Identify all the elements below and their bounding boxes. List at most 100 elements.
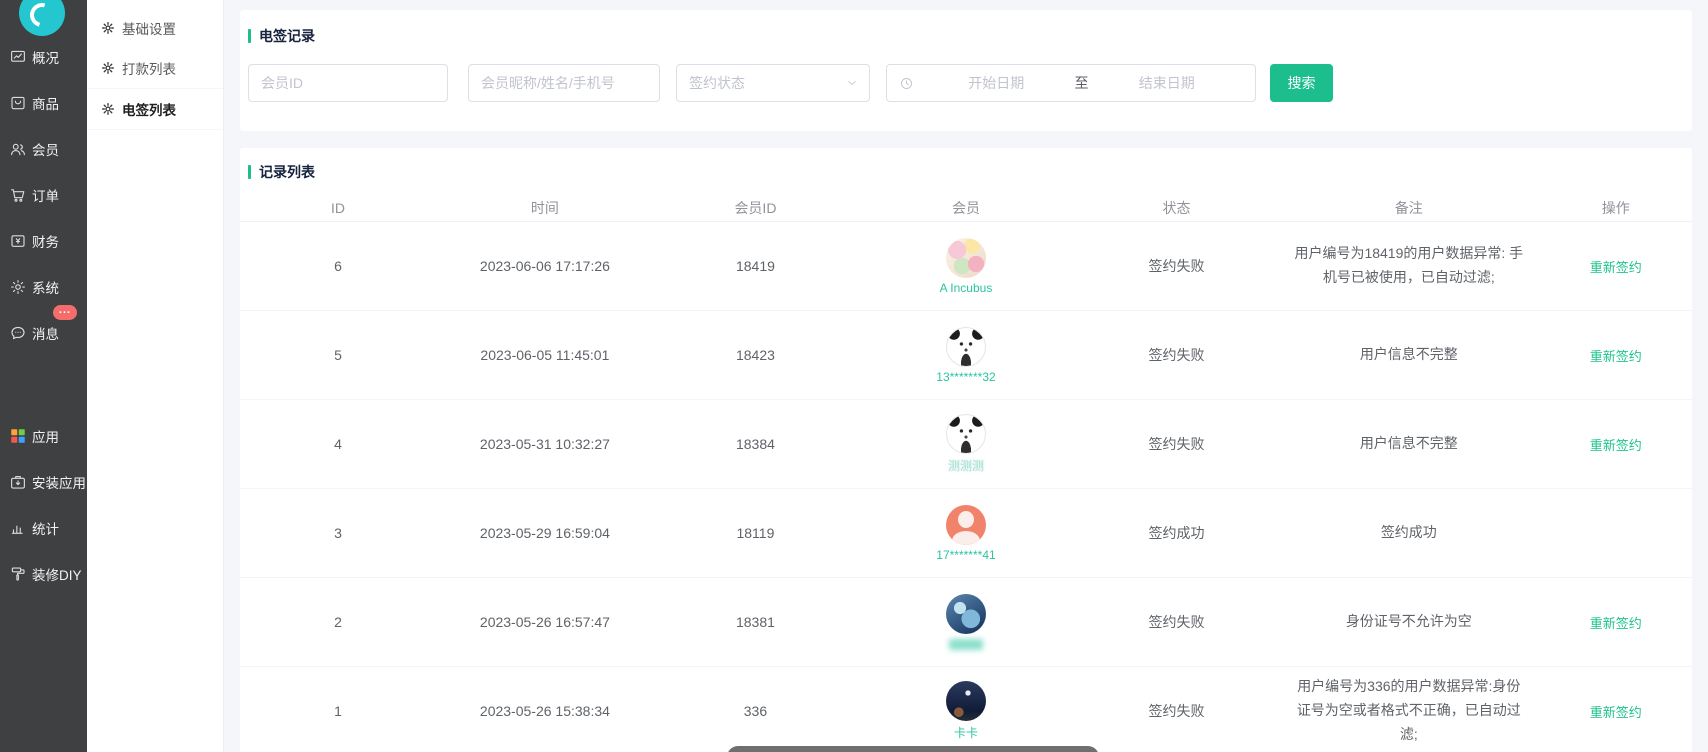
gauge-icon — [9, 48, 27, 66]
sidebar-item-overview[interactable]: 概况 — [0, 34, 87, 80]
submenu-item-esign-list[interactable]: 电签列表 — [87, 89, 223, 130]
message-badge: ... — [53, 305, 77, 320]
cell-remark: 用户编号为18419的用户数据异常: 手机号已被使用，已自动过滤; — [1278, 242, 1539, 290]
member-id-input[interactable] — [248, 64, 448, 102]
member-name-link[interactable]: A Incubus — [940, 281, 993, 295]
end-date-placeholder[interactable]: 结束日期 — [1091, 73, 1244, 93]
app-logo[interactable] — [19, 0, 65, 36]
gear-icon — [101, 102, 115, 116]
sidebar-main-group: 概况商品会员订单财务系统消息... — [0, 34, 87, 356]
cell-remark: 用户信息不完整 — [1278, 432, 1539, 456]
column-header: ID — [240, 200, 436, 216]
sidebar-item-finance[interactable]: 财务 — [0, 218, 87, 264]
resign-action-link[interactable]: 重新签约 — [1590, 260, 1642, 275]
member-avatar — [946, 414, 986, 454]
sidebar-item-apps[interactable]: 应用 — [0, 413, 87, 459]
date-range-picker[interactable]: 开始日期 至 结束日期 — [886, 64, 1256, 102]
cell-action: 重新签约 — [1540, 435, 1692, 454]
sidebar-item-label: 财务 — [32, 231, 59, 251]
cell-member-id: 18381 — [654, 614, 857, 630]
table-row: 52023-06-05 11:45:011842313*******32签约失败… — [240, 311, 1692, 400]
member-name-link[interactable]: 13*******32 — [936, 370, 995, 384]
cell-member-id: 18423 — [654, 347, 857, 363]
cell-time: 2023-05-26 15:38:34 — [436, 703, 654, 719]
table-header-row: ID时间会员ID会员状态备注操作 — [240, 194, 1692, 222]
table-row: 42023-05-31 10:32:2718384测测测签约失败用户信息不完整重… — [240, 400, 1692, 489]
resign-action-link[interactable]: 重新签约 — [1590, 438, 1642, 453]
member-avatar — [946, 505, 986, 545]
cell-id: 5 — [240, 347, 436, 363]
member-name-input[interactable] — [468, 64, 660, 102]
cell-remark: 身份证号不允许为空 — [1278, 610, 1539, 634]
resign-action-link[interactable]: 重新签约 — [1590, 705, 1642, 720]
sidebar-item-goods[interactable]: 商品 — [0, 80, 87, 126]
sidebar-item-label: 装修DIY — [32, 564, 82, 584]
members-icon — [9, 140, 27, 158]
clock-icon — [899, 76, 914, 91]
sidebar-item-label: 统计 — [32, 518, 59, 538]
sidebar-item-label: 消息 — [32, 323, 59, 343]
records-card: 记录列表 ID时间会员ID会员状态备注操作 62023-06-06 17:17:… — [240, 148, 1692, 752]
system-icon — [9, 278, 27, 296]
cell-status: 签约失败 — [1075, 701, 1278, 721]
records-section-title: 记录列表 — [240, 162, 1692, 182]
gear-icon — [101, 61, 115, 75]
cell-time: 2023-05-29 16:59:04 — [436, 525, 654, 541]
resign-action-link[interactable]: 重新签约 — [1590, 349, 1642, 364]
member-name-link[interactable]: 卡卡 — [954, 724, 978, 741]
sidebar-item-install-app[interactable]: 安装应用 — [0, 459, 87, 505]
submenu-item-label: 电签列表 — [122, 99, 176, 119]
cell-id: 4 — [240, 436, 436, 452]
table-row: 62023-06-06 17:17:2618419 A Incubus 签约失败用户… — [240, 222, 1692, 311]
cell-remark: 用户编号为336的用户数据异常:身份证号为空或者格式不正确，已自动过滤; — [1278, 675, 1539, 746]
column-header: 状态 — [1075, 198, 1278, 218]
search-button[interactable]: 搜索 — [1270, 64, 1333, 102]
sidebar-app-group: 应用安装应用统计装修DIY — [0, 413, 87, 597]
cell-member-id: 18119 — [654, 525, 857, 541]
sign-status-select[interactable]: 签约状态 — [676, 64, 870, 102]
cell-time: 2023-06-06 17:17:26 — [436, 258, 654, 274]
member-name-link[interactable]: 17*******41 — [936, 548, 995, 562]
main-sidebar: 概况商品会员订单财务系统消息... 应用安装应用统计装修DIY — [0, 0, 87, 752]
sidebar-item-messages[interactable]: 消息... — [0, 310, 87, 356]
submenu-item-payment-list[interactable]: 打款列表 — [87, 48, 223, 89]
cell-member-id: 18419 — [654, 258, 857, 274]
cell-member: 13*******32 — [857, 327, 1075, 384]
sidebar-item-system[interactable]: 系统 — [0, 264, 87, 310]
sidebar-item-orders[interactable]: 订单 — [0, 172, 87, 218]
cell-action: 重新签约 — [1540, 346, 1692, 365]
cell-id: 6 — [240, 258, 436, 274]
submenu-item-basic-settings[interactable]: 基础设置 — [87, 7, 223, 48]
filter-section-title: 电签记录 — [248, 26, 1684, 46]
cell-remark: 签约成功 — [1278, 521, 1539, 545]
member-avatar — [946, 681, 986, 721]
cell-time: 2023-05-31 10:32:27 — [436, 436, 654, 452]
submenu-item-label: 打款列表 — [122, 58, 176, 78]
resign-action-link[interactable]: 重新签约 — [1590, 616, 1642, 631]
cell-time: 2023-06-05 11:45:01 — [436, 347, 654, 363]
cell-status: 签约失败 — [1075, 612, 1278, 632]
cell-time: 2023-05-26 16:57:47 — [436, 614, 654, 630]
column-header: 会员ID — [654, 198, 857, 218]
cell-member-id: 336 — [654, 703, 857, 719]
member-avatar — [946, 327, 986, 367]
sidebar-item-stats[interactable]: 统计 — [0, 505, 87, 551]
stats-icon — [9, 519, 27, 537]
cell-remark: 用户信息不完整 — [1278, 343, 1539, 367]
member-name-link[interactable]: 测测测 — [948, 457, 984, 474]
date-separator: 至 — [1075, 73, 1089, 93]
filter-title-text: 电签记录 — [259, 26, 315, 46]
member-name-blurred[interactable] — [949, 639, 983, 650]
cell-status: 签约失败 — [1075, 256, 1278, 276]
member-avatar — [946, 238, 986, 278]
start-date-placeholder[interactable]: 开始日期 — [920, 73, 1073, 93]
sidebar-item-diy[interactable]: 装修DIY — [0, 551, 87, 597]
sidebar-item-label: 会员 — [32, 139, 59, 159]
title-accent-bar — [248, 165, 251, 179]
finance-icon — [9, 232, 27, 250]
sidebar-item-members[interactable]: 会员 — [0, 126, 87, 172]
bottom-overlay-pill — [727, 746, 1099, 752]
apps-icon — [9, 427, 27, 445]
install-app-icon — [9, 473, 27, 491]
cell-action: 重新签约 — [1540, 257, 1692, 276]
